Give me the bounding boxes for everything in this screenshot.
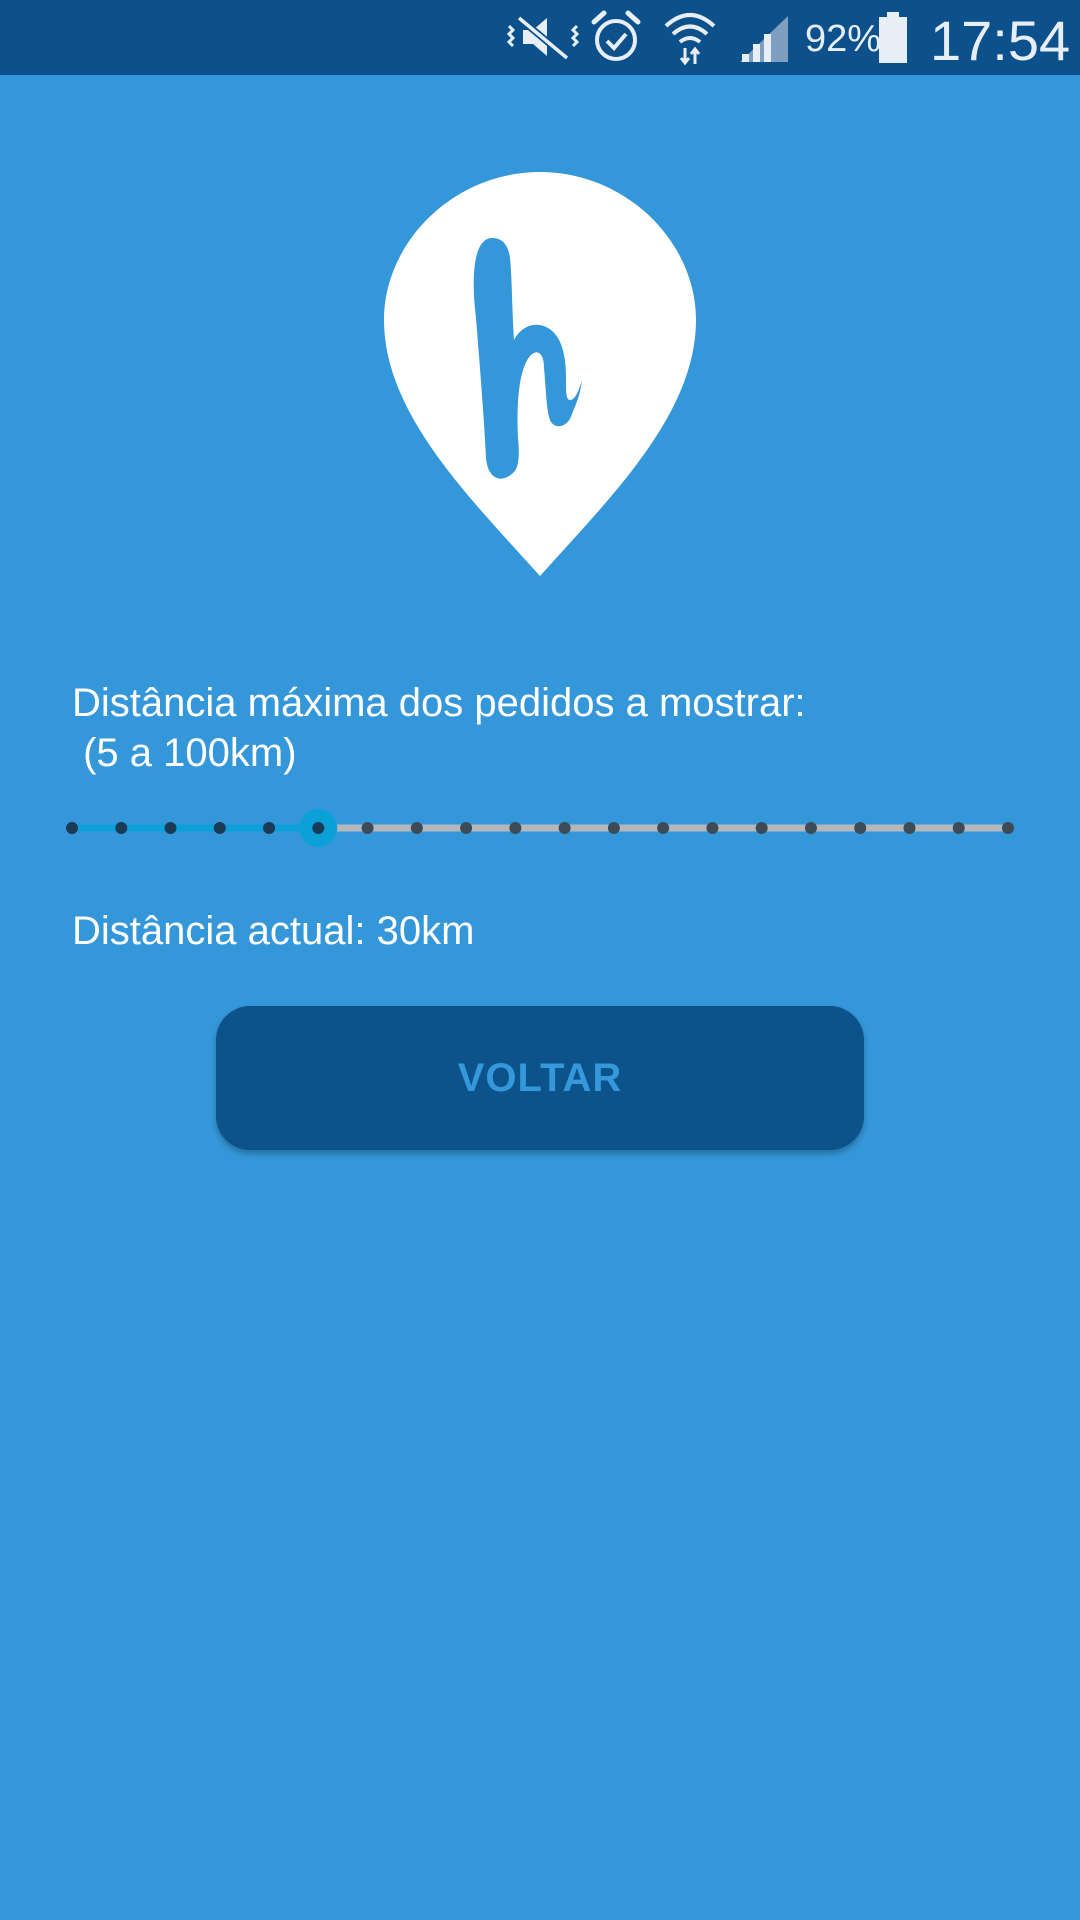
wifi-icon	[662, 8, 718, 66]
slider-tick	[657, 822, 670, 834]
slider-tick	[361, 822, 374, 834]
clock: 17:54	[930, 9, 1071, 72]
slider-tick	[854, 822, 867, 834]
slider-tick	[706, 822, 719, 834]
map-pin-logo	[380, 168, 700, 580]
slider-tick	[558, 822, 571, 834]
slider-tick	[607, 822, 620, 834]
slider-tick	[804, 822, 817, 834]
slider-tick	[903, 822, 916, 834]
slider-tick	[312, 822, 325, 834]
range-label: (5 a 100km)	[72, 731, 297, 775]
mute-vibrate-icon	[505, 8, 581, 66]
slider-tick	[460, 822, 473, 834]
status-bar: 92% 17:54	[0, 0, 1080, 75]
current-distance-label: Distância actual: 30km	[72, 909, 475, 953]
slider-tick	[410, 822, 423, 834]
max-distance-label: Distância máxima dos pedidos a mostrar:	[72, 681, 806, 725]
slider-tick	[263, 822, 276, 834]
battery-icon	[876, 8, 910, 66]
battery-percent: 92%	[805, 18, 882, 60]
slider-tick	[164, 822, 177, 834]
slider-tick	[66, 822, 78, 834]
slider-tick	[213, 822, 226, 834]
slider-tick	[1002, 822, 1014, 834]
alarm-icon	[590, 8, 642, 66]
slider-tick	[115, 822, 128, 834]
back-button[interactable]: VOLTAR	[216, 1006, 864, 1150]
slider-tick	[952, 822, 965, 834]
slider-tick	[509, 822, 522, 834]
signal-icon	[738, 8, 790, 66]
slider-tick	[755, 822, 768, 834]
distance-slider[interactable]	[60, 800, 1020, 860]
